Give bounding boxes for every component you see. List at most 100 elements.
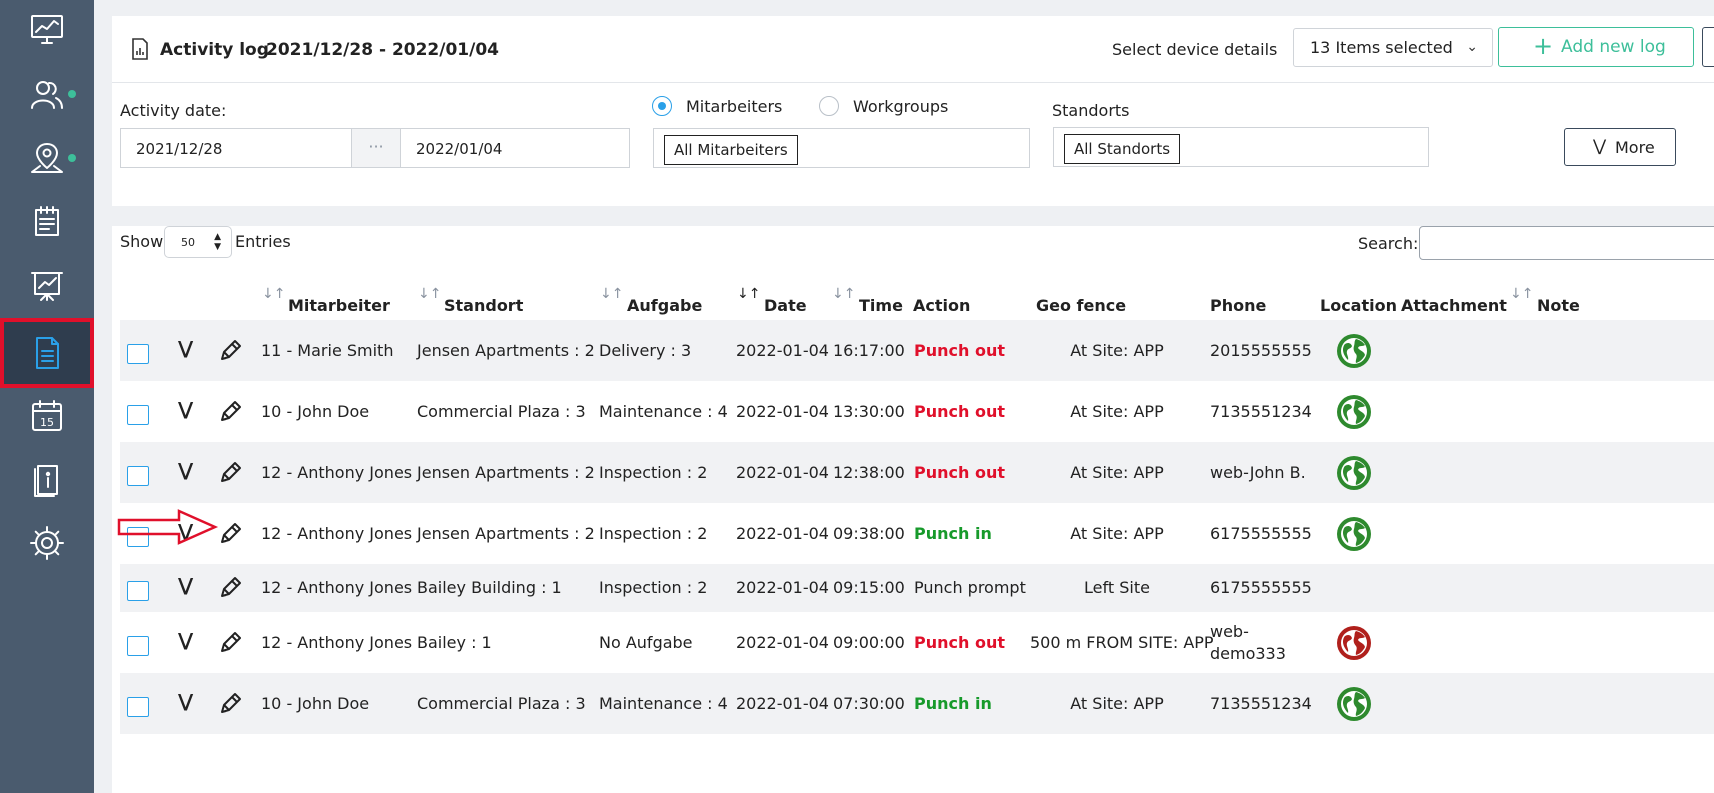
cell-mitarbeiter: 12 - Anthony Jones <box>261 632 413 652</box>
edit-pencil-icon[interactable] <box>216 520 244 548</box>
location-globe-icon[interactable] <box>1336 625 1372 661</box>
cell-phone: 6175555555 <box>1210 578 1312 597</box>
location-globe-icon[interactable] <box>1336 686 1372 722</box>
activity-date-label: Activity date: <box>120 101 227 120</box>
monitor-chart-icon <box>31 15 63 44</box>
nav-users[interactable] <box>0 59 94 129</box>
row-checkbox[interactable] <box>127 581 149 601</box>
page-title: Activity log <box>160 40 269 60</box>
sort-icon[interactable]: ↓↑ <box>737 286 760 302</box>
row-checkbox[interactable] <box>127 343 149 364</box>
workgroups-radio[interactable] <box>819 96 839 116</box>
cell-standort: Bailey Building : 1 <box>417 578 562 597</box>
col-note[interactable]: Note <box>1537 296 1580 315</box>
expand-chevron-icon[interactable]: ⋁ <box>178 460 193 481</box>
sort-icon[interactable]: ↓↑ <box>832 286 855 302</box>
standorts-tag[interactable]: All Standorts <box>1064 134 1181 164</box>
expand-chevron-icon[interactable]: ⋁ <box>178 399 193 420</box>
nav-dashboard[interactable] <box>0 0 94 64</box>
more-button[interactable]: ⋁ More <box>1564 128 1676 166</box>
cell-geo-fence: 500 m FROM SITE: APP <box>1030 632 1214 652</box>
nav-calendar[interactable]: 15 <box>0 381 94 451</box>
document-icon <box>36 337 59 369</box>
entries-length-select[interactable]: 50 ▲ ▼ <box>164 226 232 258</box>
sort-icon[interactable]: ↓↑ <box>600 286 623 302</box>
location-globe-icon[interactable] <box>1336 516 1372 552</box>
cell-aufgabe: No Aufgabe <box>599 632 693 652</box>
col-mitarbeiter[interactable]: Mitarbeiter <box>288 296 390 315</box>
cell-geo-fence: Left Site <box>1084 578 1150 597</box>
edit-pencil-icon[interactable] <box>216 690 244 718</box>
users-icon <box>31 81 63 109</box>
cell-aufgabe: Maintenance : 4 <box>599 693 728 713</box>
expand-chevron-icon[interactable]: ⋁ <box>178 691 193 712</box>
sort-icon[interactable]: ↓↑ <box>418 286 441 302</box>
page-header: Activity log 2021/12/28 - 2022/01/04 Sel… <box>112 16 1714 83</box>
edit-pencil-icon[interactable] <box>216 398 244 426</box>
nav-settings[interactable] <box>0 508 94 578</box>
cell-geo-fence: At Site: APP <box>1070 401 1164 421</box>
cell-mitarbeiter: 12 - Anthony Jones <box>261 462 413 482</box>
date-from-input[interactable]: 2021/12/28 <box>120 128 352 168</box>
table-row: ⋁ 10 - John Doe Commercial Plaza : 3 Mainte… <box>120 381 1714 442</box>
device-select-value: 13 Items selected <box>1310 38 1453 57</box>
nav-info[interactable] <box>0 445 94 515</box>
plus-icon: + <box>1533 32 1554 60</box>
device-select[interactable]: 13 Items selected ⌄ <box>1293 28 1493 67</box>
cell-geo-fence: At Site: APP <box>1070 462 1164 482</box>
cell-geo-fence: At Site: APP <box>1070 523 1164 543</box>
col-aufgabe[interactable]: Aufgabe <box>627 296 702 315</box>
location-globe-icon[interactable] <box>1336 455 1372 491</box>
expand-chevron-icon[interactable]: ⋁ <box>178 630 193 651</box>
row-checkbox[interactable] <box>127 404 149 425</box>
standorts-select[interactable]: All Standorts <box>1053 127 1429 167</box>
location-globe-icon[interactable] <box>1336 394 1372 430</box>
cell-date: 2022-01-04 <box>736 693 829 713</box>
cell-date: 2022-01-04 <box>736 462 829 482</box>
row-checkbox[interactable] <box>127 696 149 717</box>
row-checkbox[interactable] <box>127 635 149 656</box>
cell-time: 12:38:00 <box>833 462 905 482</box>
nav-activity-log[interactable] <box>0 318 94 388</box>
search-input[interactable] <box>1419 226 1714 260</box>
header-date-range: 2021/12/28 - 2022/01/04 <box>266 40 499 60</box>
edit-pencil-icon[interactable] <box>216 574 244 602</box>
sort-icon[interactable]: ↓↑ <box>262 286 285 302</box>
edit-pencil-icon[interactable] <box>216 459 244 487</box>
gear-icon <box>30 526 64 560</box>
cell-phone: 7135551234 <box>1210 693 1312 713</box>
nav-locations[interactable] <box>0 123 94 193</box>
sort-icon[interactable]: ↓↑ <box>1510 286 1533 302</box>
cell-aufgabe: Delivery : 3 <box>599 340 692 360</box>
date-to-input[interactable]: 2022/01/04 <box>400 128 630 168</box>
cell-phone: 7135551234 <box>1210 401 1312 421</box>
mitarbeiters-tag[interactable]: All Mitarbeiters <box>664 135 798 165</box>
row-checkbox[interactable] <box>127 465 149 486</box>
table-panel: Show 50 ▲ ▼ Entries Search: ↓↑ Mitarbeite… <box>112 226 1714 793</box>
cell-aufgabe: Maintenance : 4 <box>599 401 728 421</box>
col-time[interactable]: Time <box>859 296 903 315</box>
mitarbeiters-select[interactable]: All Mitarbeiters <box>653 128 1030 168</box>
cell-action: Punch out <box>914 632 1005 652</box>
nav-reports[interactable] <box>0 251 94 321</box>
mitarbeiters-radio[interactable] <box>652 96 672 116</box>
nav-tasks[interactable] <box>0 187 94 257</box>
location-globe-icon[interactable] <box>1336 333 1372 369</box>
entries-label: Entries <box>235 232 291 251</box>
expand-chevron-icon[interactable]: ⋁ <box>178 575 193 596</box>
cell-action: Punch in <box>914 693 992 713</box>
cell-standort: Bailey : 1 <box>417 632 492 652</box>
cell-aufgabe: Inspection : 2 <box>599 578 708 597</box>
expand-chevron-icon[interactable]: ⋁ <box>178 338 193 359</box>
cell-aufgabe: Inspection : 2 <box>599 462 708 482</box>
filter-panel: Activity log 2021/12/28 - 2022/01/04 Sel… <box>112 16 1714 206</box>
col-date[interactable]: Date <box>764 296 807 315</box>
header-extra-button[interactable] <box>1702 27 1714 67</box>
date-separator: ··· <box>351 128 401 168</box>
add-new-log-button[interactable]: + Add new log <box>1498 27 1694 67</box>
annotation-arrow-icon <box>117 509 219 545</box>
edit-pencil-icon[interactable] <box>216 337 244 365</box>
edit-pencil-icon[interactable] <box>216 629 244 657</box>
col-standort[interactable]: Standort <box>444 296 523 315</box>
cell-phone: web-John B. <box>1210 462 1306 482</box>
